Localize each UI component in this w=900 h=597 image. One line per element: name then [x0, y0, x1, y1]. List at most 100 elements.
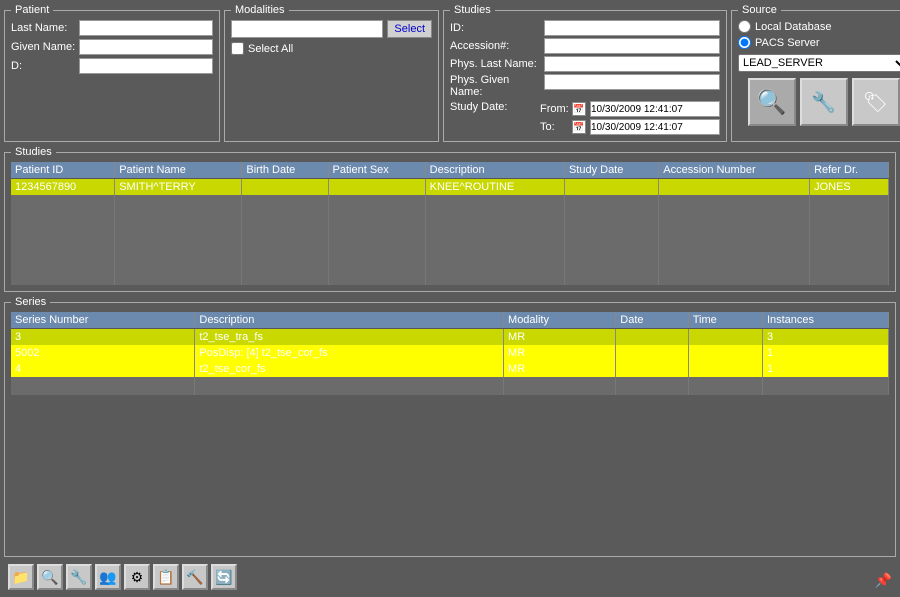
empty-cell	[11, 213, 115, 231]
empty-cell	[564, 231, 658, 249]
cell-accession-number	[659, 179, 810, 196]
select-all-checkbox[interactable]	[231, 42, 244, 55]
empty-row-5	[11, 267, 889, 285]
empty-cell	[328, 195, 425, 213]
empty-row-2	[11, 213, 889, 231]
tag-action-button[interactable]: 🏷	[852, 78, 900, 126]
empty-cell	[328, 249, 425, 267]
to-calendar-icon[interactable]: 📅	[572, 120, 586, 134]
studies-search-legend: Studies	[450, 4, 495, 16]
empty-cell	[115, 213, 242, 231]
empty-cell	[810, 231, 889, 249]
table-row[interactable]: 3 t2_tse_tra_fs MR 3	[11, 329, 889, 346]
users-icon: 👥	[99, 569, 116, 586]
patient-legend: Patient	[11, 4, 53, 16]
pacs-label: PACS Server	[755, 37, 820, 49]
empty-cell	[564, 213, 658, 231]
phys-given-input[interactable]	[544, 74, 720, 90]
cell-patient-sex	[328, 179, 425, 196]
empty-cell	[242, 231, 328, 249]
table-row[interactable]: 1234567890 SMITH^TERRY KNEE^ROUTINE JONE…	[11, 179, 889, 196]
cell-instances: 1	[762, 361, 888, 377]
cell-time	[688, 329, 762, 346]
empty-cell	[11, 195, 115, 213]
col-date: Date	[616, 312, 688, 329]
empty-cell	[810, 267, 889, 285]
from-date-input[interactable]	[590, 101, 720, 117]
empty-row-4	[11, 249, 889, 267]
cell-series-desc: t2_tse_tra_fs	[195, 329, 504, 346]
from-calendar-icon[interactable]: 📅	[572, 102, 586, 116]
cell-date	[616, 329, 688, 346]
cell-patient-id: 1234567890	[11, 179, 115, 196]
source-legend: Source	[738, 4, 781, 16]
patient-id-row: D:	[11, 58, 213, 74]
toolbar-button-6[interactable]: 📋	[153, 564, 179, 590]
toolbar-button-4[interactable]: 👥	[95, 564, 121, 590]
empty-cell	[425, 231, 564, 249]
modalities-legend: Modalities	[231, 4, 289, 16]
modalities-panel: Modalities Select Select All	[224, 4, 439, 142]
server-select[interactable]: LEAD_SERVER	[738, 54, 900, 72]
last-name-input[interactable]	[79, 20, 213, 36]
pacs-radio[interactable]	[738, 36, 751, 49]
patient-id-input[interactable]	[79, 58, 213, 74]
empty-cell	[115, 195, 242, 213]
action-buttons: 🔍 🔧 🏷	[738, 78, 900, 126]
pin-icon[interactable]: 📌	[875, 572, 892, 589]
last-name-label: Last Name:	[11, 22, 79, 34]
empty-cell	[564, 195, 658, 213]
cell-series-desc: t2_tse_cor_fs	[195, 361, 504, 377]
cell-modality: MR	[504, 329, 616, 346]
settings-action-button[interactable]: 🔧	[800, 78, 848, 126]
col-series-desc: Description	[195, 312, 504, 329]
hammer-icon: 🔨	[186, 569, 203, 586]
id-search-label: ID:	[450, 20, 540, 36]
local-db-label: Local Database	[755, 21, 831, 33]
toolbar-button-5[interactable]: ⚙	[124, 564, 150, 590]
phys-last-input[interactable]	[544, 56, 720, 72]
table-row[interactable]: 5002 PosDisp: [4] t2_tse_cor_fs MR 1	[11, 345, 889, 361]
source-panel: Source Local Database PACS Server LEAD_S…	[731, 4, 900, 142]
empty-cell	[11, 249, 115, 267]
to-date-input[interactable]	[590, 119, 720, 135]
toolbar-button-8[interactable]: 🔄	[211, 564, 237, 590]
col-patient-name: Patient Name	[115, 162, 242, 179]
col-modality: Modality	[504, 312, 616, 329]
accession-input[interactable]	[544, 38, 720, 54]
select-all-label: Select All	[248, 43, 293, 55]
empty-cell	[810, 195, 889, 213]
study-date-label: Study Date:	[450, 101, 540, 113]
studies-results-legend: Studies	[11, 146, 56, 158]
empty-cell	[115, 231, 242, 249]
gear-icon: ⚙	[131, 569, 144, 586]
id-search-input[interactable]	[544, 20, 720, 36]
col-patient-id: Patient ID	[11, 162, 115, 179]
refresh-icon: 🔄	[215, 569, 232, 586]
toolbar-button-2[interactable]: 🔍	[37, 564, 63, 590]
empty-cell	[659, 231, 810, 249]
toolbar-button-3[interactable]: 🔧	[66, 564, 92, 590]
empty-cell	[425, 249, 564, 267]
empty-cell	[564, 249, 658, 267]
empty-row-3	[11, 231, 889, 249]
studies-search-panel: Studies ID: Accession#: Phys. Last Name:…	[443, 4, 727, 142]
table-row[interactable]: 4 t2_tse_cor_fs MR 1	[11, 361, 889, 377]
select-button[interactable]: Select	[387, 20, 432, 38]
given-name-input[interactable]	[79, 39, 213, 55]
cell-date	[616, 345, 688, 361]
search-action-button[interactable]: 🔍	[748, 78, 796, 126]
toolbar-button-7[interactable]: 🔨	[182, 564, 208, 590]
given-name-label: Given Name:	[11, 41, 79, 53]
empty-cell	[11, 231, 115, 249]
modalities-input[interactable]	[231, 20, 383, 38]
empty-cell	[504, 377, 616, 395]
toolbar-button-1[interactable]: 📁	[8, 564, 34, 590]
empty-cell	[195, 377, 504, 395]
phys-given-label: Phys. Given Name:	[450, 74, 540, 98]
local-db-radio[interactable]	[738, 20, 751, 33]
studies-table: Patient ID Patient Name Birth Date Patie…	[11, 162, 889, 285]
cell-patient-name: SMITH^TERRY	[115, 179, 242, 196]
date-range: From: 📅 To: 📅	[540, 101, 720, 135]
empty-row-1	[11, 195, 889, 213]
